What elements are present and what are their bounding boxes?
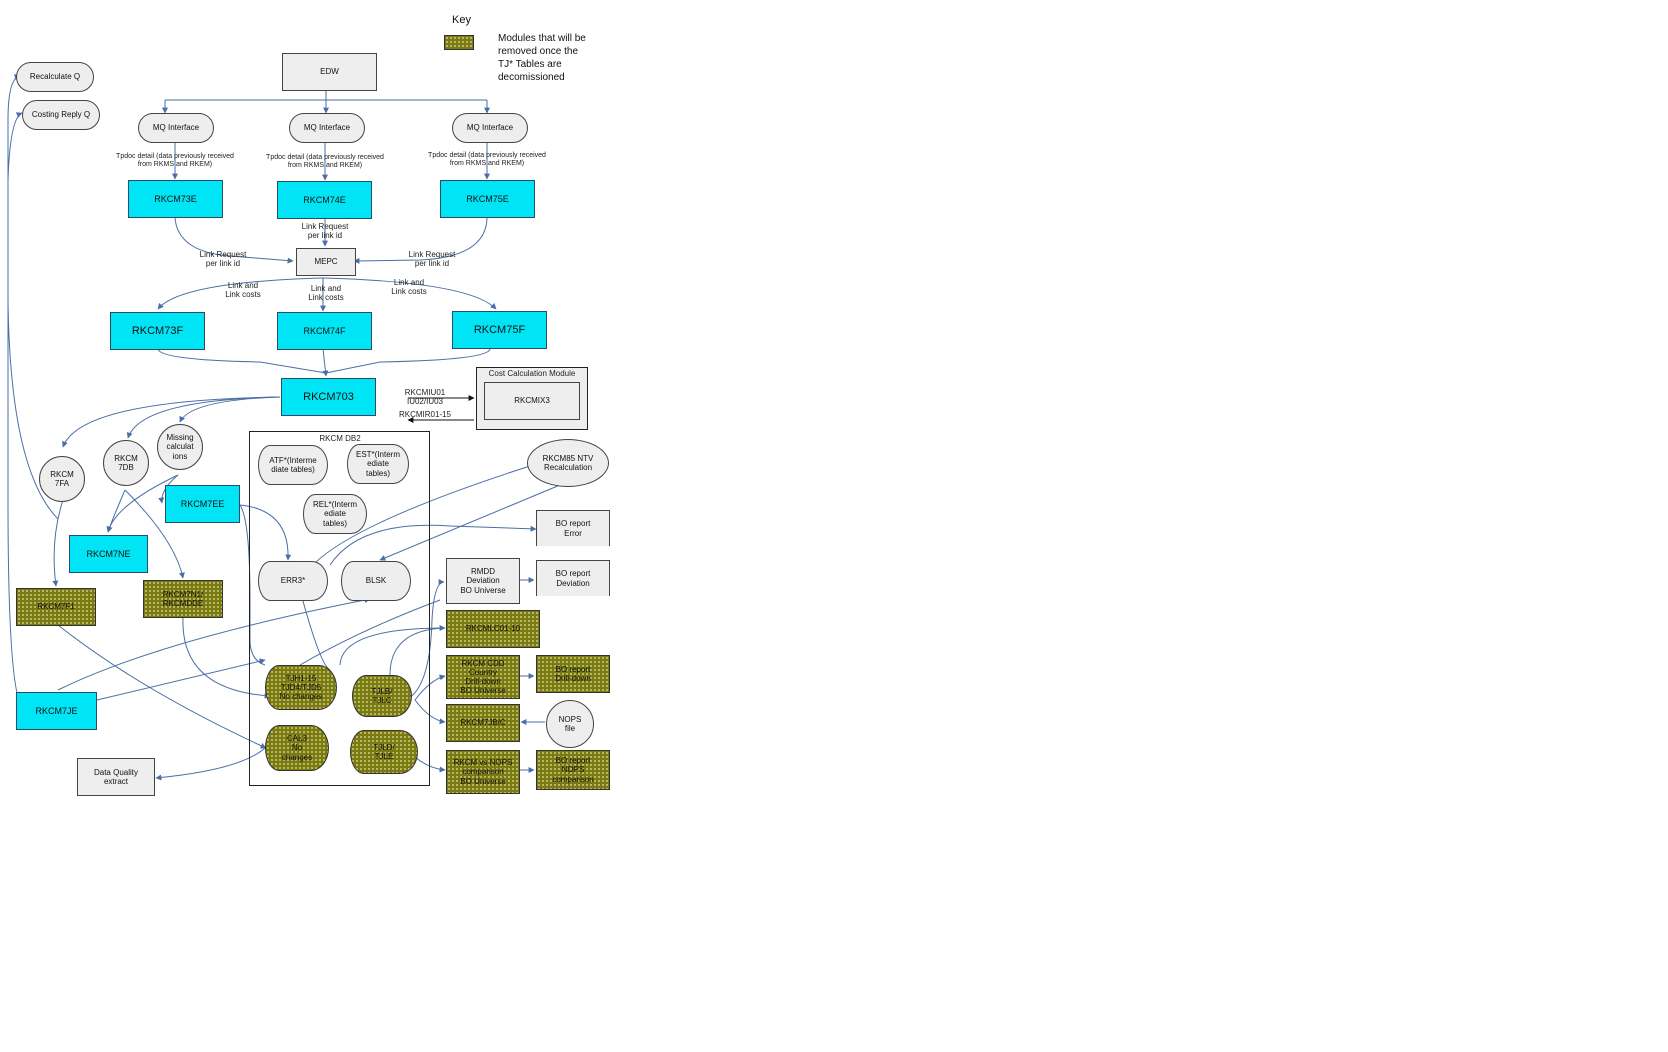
link-request-label-mid: Link Request per link id	[301, 222, 349, 241]
rmdd-deviation-universe[interactable]: RMDD Deviation BO Universe	[446, 558, 520, 604]
bo-report-error[interactable]: BO report Error	[536, 510, 610, 546]
edw-box[interactable]: EDW	[282, 53, 377, 91]
mq-interface-3[interactable]: MQ Interface	[452, 113, 528, 143]
link-request-label-right: Link Request per link id	[408, 250, 456, 269]
rkcm75e-box[interactable]: RKCM75E	[440, 180, 535, 218]
link-costs-label-right: Link and Link costs	[391, 278, 427, 297]
rkcmix3-box[interactable]: RKCMIX3	[484, 382, 580, 420]
rkcm7jbc-box[interactable]: RKCM7JB/C	[446, 704, 520, 742]
rkcm703-box[interactable]: RKCM703	[281, 378, 376, 416]
iu-label: RKCMIU01 IU02/IU03	[404, 388, 446, 407]
rkcm-vs-nops-universe[interactable]: RKCM vs NOPS comparison BO Universe	[446, 750, 520, 794]
missing-calculations-node[interactable]: Missing calculat ions	[157, 424, 203, 470]
mq-interface-1[interactable]: MQ Interface	[138, 113, 214, 143]
bo-report-deviation[interactable]: BO report Deviation	[536, 560, 610, 596]
tpdoc-label-2: Tpdoc detail (data previously received f…	[266, 154, 384, 170]
link-request-label-left: Link Request per link id	[199, 250, 247, 269]
key-swatch	[444, 35, 474, 50]
db2-title: RKCM DB2	[319, 434, 361, 443]
est-tables[interactable]: EST*(Interm ediate tables)	[347, 444, 409, 484]
rkcm7n1-rkcmdde-box[interactable]: RKCM7N1/ RKCMDDE	[143, 580, 223, 618]
atf-tables[interactable]: ATF*(Interme diate tables)	[258, 445, 328, 485]
costing-reply-queue[interactable]: Costing Reply Q	[22, 100, 100, 130]
rkcm75f-box[interactable]: RKCM75F	[452, 311, 547, 349]
tpdoc-label-1: Tpdoc detail (data previously received f…	[116, 153, 234, 169]
data-quality-extract[interactable]: Data Quality extract	[77, 758, 155, 796]
cal3-table[interactable]: CAL3 No changes	[265, 725, 329, 771]
mq-interface-2[interactable]: MQ Interface	[289, 113, 365, 143]
rkcm73f-box[interactable]: RKCM73F	[110, 312, 205, 350]
tjld-tjle-tables[interactable]: TJLD/ TJLE	[350, 730, 418, 774]
rkcm7je-box[interactable]: RKCM7JE	[16, 692, 97, 730]
tjlb-tjlc-tables[interactable]: TJLB/ TJLC	[352, 675, 412, 717]
mepc-box[interactable]: MEPC	[296, 248, 356, 276]
nops-file-node[interactable]: NOPS file	[546, 700, 594, 748]
link-costs-label-mid: Link and Link costs	[308, 284, 344, 303]
rkcm7ee-box[interactable]: RKCM7EE	[165, 485, 240, 523]
rkcm73e-box[interactable]: RKCM73E	[128, 180, 223, 218]
link-costs-label-left: Link and Link costs	[225, 281, 261, 300]
tjh-tables[interactable]: TJH1-15 TJD4/TJD5 No changes	[265, 665, 337, 710]
rkcm7f1-box[interactable]: RKCM7F1	[16, 588, 96, 626]
bo-report-drill-down[interactable]: BO report Drill-down	[536, 655, 610, 693]
rkcm-cdd-universe[interactable]: RKCM CDD Country Drill-down BO Universe	[446, 655, 520, 699]
rel-tables[interactable]: REL*(Interm ediate tables)	[303, 494, 367, 534]
rkcm7ne-box[interactable]: RKCM7NE	[69, 535, 148, 573]
bo-report-nops-comparison[interactable]: BO report NOPS comparison	[536, 750, 610, 790]
ir-label: RKCMIR01-15	[398, 410, 451, 419]
rkcm7db-node[interactable]: RKCM 7DB	[103, 440, 149, 486]
key-description: Modules that will be removed once the TJ…	[498, 33, 586, 83]
err3-table[interactable]: ERR3*	[258, 561, 328, 601]
cost-module-title: Cost Calculation Module	[488, 369, 576, 378]
rkcm74f-box[interactable]: RKCM74F	[277, 312, 372, 350]
key-title: Key	[452, 14, 471, 26]
tpdoc-label-3: Tpdoc detail (data previously received f…	[428, 152, 546, 168]
recalculate-queue[interactable]: Recalculate Q	[16, 62, 94, 92]
rkcmlc-box[interactable]: RKCMLC01-10	[446, 610, 540, 648]
rkcm85-ntv-recalculation[interactable]: RKCM85 NTV Recalculation	[527, 439, 609, 487]
rkcm74e-box[interactable]: RKCM74E	[277, 181, 372, 219]
rkcm7fa-node[interactable]: RKCM 7FA	[39, 456, 85, 502]
blsk-table[interactable]: BLSK	[341, 561, 411, 601]
